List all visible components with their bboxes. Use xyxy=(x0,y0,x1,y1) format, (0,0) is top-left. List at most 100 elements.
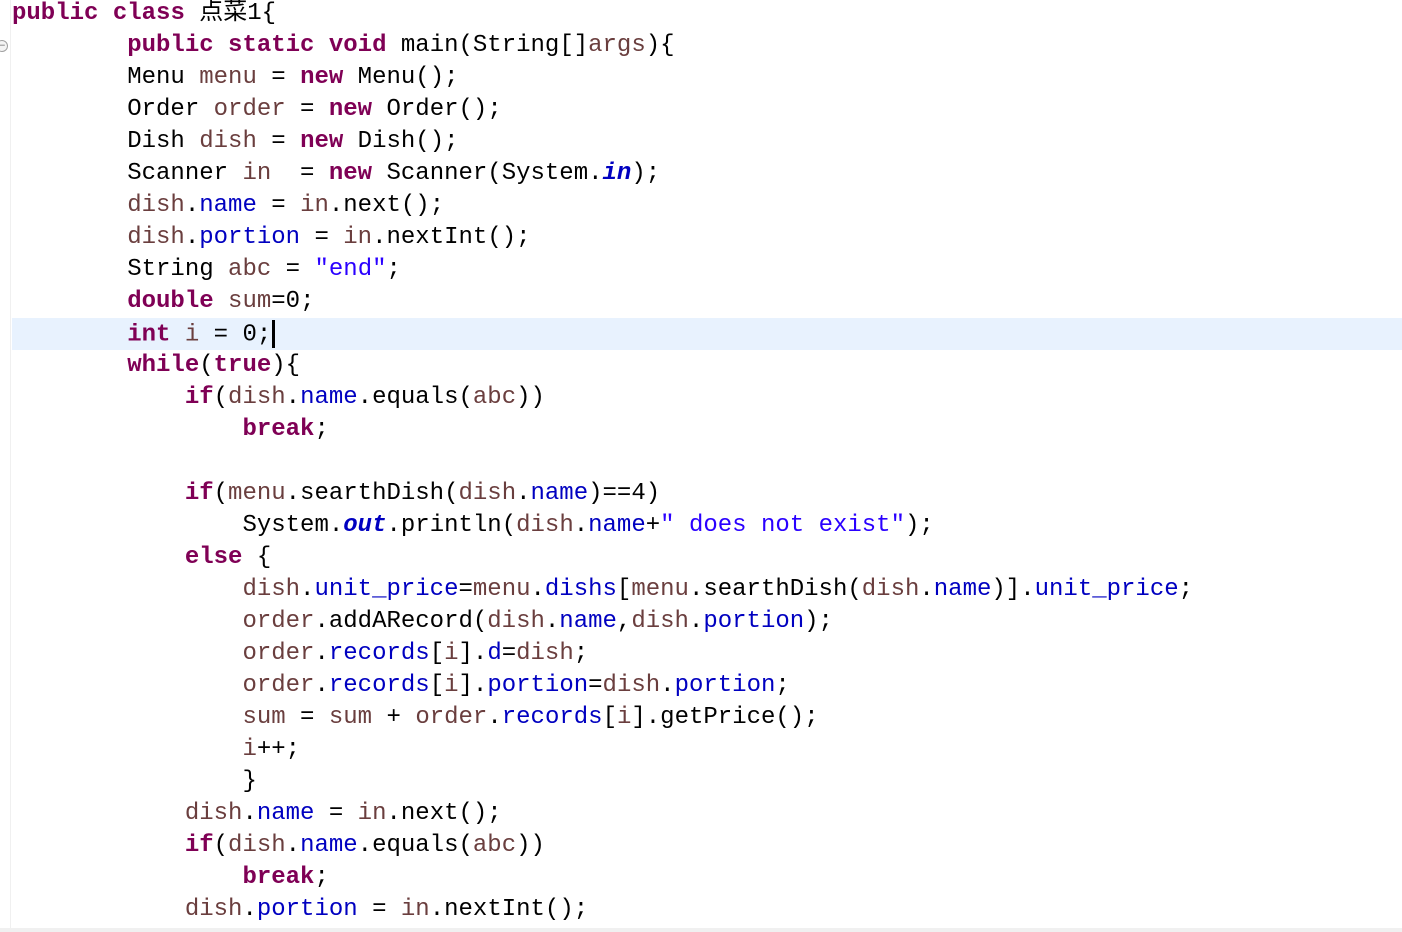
code-line[interactable]: String abc = "end"; xyxy=(12,256,1193,288)
code-token: ; xyxy=(314,864,329,891)
code-token: . xyxy=(544,608,560,635)
keyword-token: if xyxy=(184,384,214,411)
keyword-token: public xyxy=(127,32,214,59)
code-token: . xyxy=(530,576,545,603)
code-line[interactable]: Scanner in = new Scanner(System.in); xyxy=(12,160,1193,192)
code-token: Menu xyxy=(12,64,200,91)
variable-token: sum xyxy=(242,704,286,731)
keyword-token: if xyxy=(184,480,214,507)
code-line[interactable]: dish.portion = in.nextInt(); xyxy=(12,224,1193,256)
variable-token: dish xyxy=(861,576,920,603)
code-line[interactable]: } xyxy=(12,768,1193,800)
variable-token: dish xyxy=(228,384,286,411)
code-line[interactable]: int i = 0; xyxy=(12,320,1193,352)
keyword-token: new xyxy=(300,128,344,155)
code-token: .searthDish( xyxy=(285,480,459,507)
code-line[interactable]: Menu menu = new Menu(); xyxy=(12,64,1193,96)
code-line[interactable]: order.records[i].d=dish; xyxy=(12,640,1193,672)
code-token: =0; xyxy=(271,288,315,315)
code-line[interactable]: System.out.println(dish.name+" does not … xyxy=(12,512,1193,544)
code-line[interactable]: dish.name = in.next(); xyxy=(12,192,1193,224)
code-line[interactable]: break; xyxy=(12,864,1193,896)
field-token: name xyxy=(256,800,315,827)
variable-token: dish xyxy=(228,832,286,859)
keyword-token: double xyxy=(127,288,214,315)
code-line[interactable]: if(dish.name.equals(abc)) xyxy=(12,384,1193,416)
keyword-token: void xyxy=(328,32,387,59)
code-line[interactable]: public class 点菜1{ xyxy=(12,0,1193,32)
code-line[interactable]: Dish dish = new Dish(); xyxy=(12,128,1193,160)
code-token: Order xyxy=(12,96,214,123)
field-token: portion xyxy=(703,608,805,635)
code-line[interactable]: Order order = new Order(); xyxy=(12,96,1193,128)
code-token: . xyxy=(242,896,257,923)
code-token: . xyxy=(516,480,531,507)
code-area[interactable]: public class 点菜1{ public static void mai… xyxy=(12,0,1193,928)
code-line[interactable]: order.records[i].portion=dish.portion; xyxy=(12,672,1193,704)
code-token: ){ xyxy=(645,32,675,59)
field-token: name xyxy=(300,384,358,411)
code-token: ){ xyxy=(271,352,301,379)
code-token: . xyxy=(314,672,329,699)
variable-token: order xyxy=(415,704,488,731)
code-token: = xyxy=(271,160,329,187)
variable-token: dish xyxy=(516,640,574,667)
code-token: } xyxy=(12,768,257,795)
code-line[interactable] xyxy=(12,448,1193,480)
keyword-token: true xyxy=(213,352,272,379)
code-token: + xyxy=(645,512,661,539)
horizontal-scrollbar[interactable] xyxy=(0,928,1402,932)
keyword-token: int xyxy=(127,321,171,349)
code-token: ; xyxy=(314,416,329,443)
code-token: ); xyxy=(804,608,833,635)
code-line[interactable]: double sum=0; xyxy=(12,288,1193,320)
code-token: .addARecord( xyxy=(314,608,488,635)
code-line[interactable]: dish.unit_price=menu.dishs[menu.searthDi… xyxy=(12,576,1193,608)
code-line[interactable]: while(true){ xyxy=(12,352,1193,384)
static-field-token: in xyxy=(602,160,632,187)
field-token: d xyxy=(487,640,502,667)
fold-collapse-icon[interactable]: − xyxy=(0,40,8,52)
string-token: "end" xyxy=(314,256,387,283)
keyword-token: break xyxy=(242,864,315,891)
code-line[interactable]: dish.name = in.next(); xyxy=(12,800,1193,832)
code-token: = xyxy=(357,896,401,923)
variable-token: dish xyxy=(602,672,661,699)
code-line[interactable]: sum = sum + order.records[i].getPrice(); xyxy=(12,704,1193,736)
code-line[interactable]: dish.portion = in.nextInt(); xyxy=(12,896,1193,928)
code-token: ; xyxy=(386,256,401,283)
string-token: " does not exist" xyxy=(660,512,905,539)
code-token: Scanner xyxy=(12,160,243,187)
variable-token: sum xyxy=(328,704,373,731)
code-token: main(String[] xyxy=(386,32,589,59)
code-token: ]. xyxy=(458,640,488,667)
code-line[interactable]: break; xyxy=(12,416,1193,448)
code-token: ]. xyxy=(458,672,488,699)
code-editor[interactable]: − public class 点菜1{ public static void m… xyxy=(0,0,1402,932)
code-token: Dish(); xyxy=(343,128,459,155)
field-token: portion xyxy=(487,672,589,699)
left-ruler[interactable]: − xyxy=(0,0,11,932)
variable-token: abc xyxy=(472,384,517,411)
code-line[interactable]: if(menu.searthDish(dish.name)==4) xyxy=(12,480,1193,512)
code-token: [ xyxy=(429,672,445,699)
variable-token: menu xyxy=(472,576,531,603)
code-line[interactable]: else { xyxy=(12,544,1193,576)
code-token: ; xyxy=(1178,576,1194,603)
keyword-token: new xyxy=(328,160,373,187)
code-line[interactable]: i++; xyxy=(12,736,1193,768)
code-line[interactable]: public static void main(String[]args){ xyxy=(12,32,1193,64)
code-line[interactable]: if(dish.name.equals(abc)) xyxy=(12,832,1193,864)
field-token: unit_price xyxy=(1034,576,1179,603)
code-token: = xyxy=(256,64,301,91)
code-line[interactable]: order.addARecord(dish.name,dish.portion)… xyxy=(12,608,1193,640)
code-token: ( xyxy=(213,832,229,859)
